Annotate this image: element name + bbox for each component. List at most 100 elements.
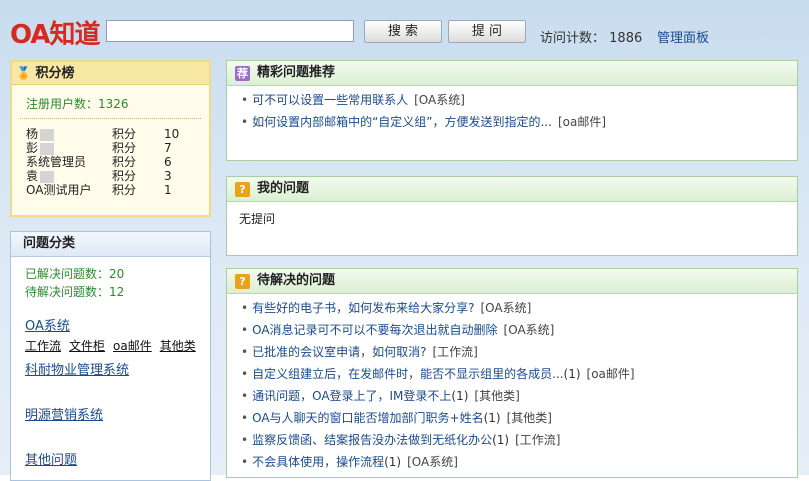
score-board-panel: 🏅 积分榜 注册用户数：1326 杨 积分 10 彭 积分 7 系统管理员 积分…	[10, 60, 211, 217]
score-board-header: 🏅 积分榜	[12, 62, 209, 85]
subcategory-list: 工作流 文件柜 oa邮件 其他类	[25, 338, 200, 355]
question-mark-icon: ?	[235, 182, 250, 197]
subcategory-link[interactable]: oa邮件	[113, 339, 152, 353]
my-questions-title: 我的问题	[257, 181, 310, 196]
search-button[interactable]: 搜 索	[364, 20, 442, 43]
list-item: • 可不可以设置一些常用联系人 [OA系统]	[241, 90, 797, 112]
my-questions-header: ? 我的问题	[227, 177, 797, 202]
answer-count: (1)	[483, 411, 501, 425]
category-link-marketing[interactable]: 明源营销系统	[25, 408, 103, 423]
score-label: 积分	[112, 141, 137, 155]
pending-count: 待解决问题数：12	[25, 285, 125, 299]
subcategory-link[interactable]: 其他类	[160, 339, 196, 353]
list-item: • 已批准的会议室申请，如何取消? [工作流]	[241, 342, 797, 364]
user-name: 袁	[26, 169, 39, 183]
answer-count: (1)	[384, 455, 402, 469]
bullet-icon: •	[241, 115, 249, 129]
bullet-icon: •	[241, 93, 249, 107]
blurred-name	[40, 128, 55, 141]
featured-title: 精彩问题推荐	[257, 65, 336, 80]
question-category[interactable]: [OA系统]	[414, 93, 465, 107]
question-link[interactable]: 如何设置内部邮箱中的“自定义组”，方便发送到指定的...	[252, 115, 552, 129]
visit-label: 访问计数：	[540, 31, 606, 46]
list-item: • 有些好的电子书，如何发布来给大家分享? [OA系统]	[241, 298, 797, 320]
my-questions-panel: ? 我的问题 无提问	[226, 176, 798, 256]
question-link[interactable]: 自定义组建立后，在发邮件时，能否不显示组里的各成员...	[252, 367, 563, 381]
list-item: • 如何设置内部邮箱中的“自定义组”，方便发送到指定的... [oa邮件]	[241, 112, 797, 134]
table-row: 彭 积分 7	[26, 141, 179, 155]
subcategory-link[interactable]: 文件柜	[69, 339, 105, 353]
answer-count: (1)	[563, 367, 581, 381]
question-category[interactable]: [oa邮件]	[558, 115, 606, 129]
score-value: 1	[164, 183, 172, 197]
no-questions-text: 无提问	[239, 212, 276, 226]
bullet-icon: •	[241, 345, 249, 359]
category-link-oa[interactable]: OA系统	[25, 319, 70, 334]
score-board-title: 积分榜	[35, 66, 75, 81]
question-mark-icon: ?	[235, 274, 250, 289]
bullet-icon: •	[241, 323, 249, 337]
list-item: • OA与人聊天的窗口能否增加部门职务+姓名(1) [其他类]	[241, 408, 797, 430]
score-label: 积分	[112, 183, 137, 197]
score-label: 积分	[112, 155, 137, 169]
subcategory-link[interactable]: 工作流	[25, 339, 61, 353]
solved-count: 已解决问题数：20	[25, 267, 125, 281]
list-item: • 监察反馈函、结案报告没办法做到无纸化办公(1) [工作流]	[241, 430, 797, 452]
user-name: 彭	[26, 141, 39, 155]
category-link-property[interactable]: 科耐物业管理系统	[25, 363, 129, 378]
blurred-name	[40, 170, 55, 183]
question-category[interactable]: [其他类]	[507, 411, 552, 425]
featured-panel: 荐 精彩问题推荐 • 可不可以设置一些常用联系人 [OA系统] • 如何设置内部邮箱中…	[226, 60, 798, 161]
category-panel: 问题分类 已解决问题数：20 待解决问题数：12 OA系统 工作流 文件柜 oa邮件…	[10, 231, 211, 481]
featured-header: 荐 精彩问题推荐	[227, 61, 797, 86]
category-link-other[interactable]: 其他问题	[25, 453, 77, 468]
answer-count: (1)	[451, 389, 469, 403]
table-row: OA测试用户 积分 1	[26, 183, 179, 197]
score-label: 积分	[112, 169, 137, 183]
user-name: 杨	[26, 127, 39, 141]
question-category[interactable]: [oa邮件]	[587, 367, 635, 381]
recommend-icon: 荐	[235, 66, 250, 81]
question-link[interactable]: 有些好的电子书，如何发布来给大家分享?	[252, 301, 474, 315]
answer-count: (1)	[492, 433, 510, 447]
bullet-icon: •	[241, 367, 249, 381]
question-category[interactable]: [OA系统]	[480, 301, 531, 315]
bullet-icon: •	[241, 389, 249, 403]
question-link[interactable]: OA与人聊天的窗口能否增加部门职务+姓名	[252, 411, 484, 425]
divider	[20, 118, 201, 119]
list-item: • OA消息记录可不可以不要每次退出就自动删除 [OA系统]	[241, 320, 797, 342]
score-value: 10	[164, 127, 180, 141]
question-link[interactable]: 不会具体使用，操作流程	[252, 455, 384, 469]
pending-header: ? 待解决的问题	[227, 269, 797, 294]
site-logo[interactable]: OA知道	[10, 14, 101, 51]
list-item: • 不会具体使用，操作流程(1) [OA系统]	[241, 452, 797, 474]
question-link[interactable]: 已批准的会议室申请，如何取消?	[252, 345, 426, 359]
question-category[interactable]: [工作流]	[515, 433, 560, 447]
visit-count: 1886	[609, 31, 643, 46]
question-link[interactable]: 可不可以设置一些常用联系人	[252, 93, 408, 107]
ask-button[interactable]: 提 问	[448, 20, 526, 43]
user-name: OA测试用户	[26, 183, 92, 197]
pending-panel: ? 待解决的问题 • 有些好的电子书，如何发布来给大家分享? [OA系统] • OA消…	[226, 268, 798, 478]
question-link[interactable]: 监察反馈函、结案报告没办法做到无纸化办公	[252, 433, 492, 447]
table-row: 袁 积分 3	[26, 169, 179, 183]
bullet-icon: •	[241, 433, 249, 447]
list-item: • 通讯问题，OA登录上了，IM登录不上(1) [其他类]	[241, 386, 797, 408]
bullet-icon: •	[241, 455, 249, 469]
question-category[interactable]: [工作流]	[432, 345, 477, 359]
registered-count: 注册用户数：1326	[26, 97, 129, 111]
bullet-icon: •	[241, 411, 249, 425]
search-input[interactable]	[106, 20, 354, 42]
pending-title: 待解决的问题	[257, 273, 336, 288]
list-item: • 自定义组建立后，在发邮件时，能否不显示组里的各成员...(1) [oa邮件]	[241, 364, 797, 386]
question-category[interactable]: [OA系统]	[407, 455, 458, 469]
table-row: 系统管理员 积分 6	[26, 155, 179, 169]
question-link[interactable]: OA消息记录可不可以不要每次退出就自动删除	[252, 323, 497, 337]
question-category[interactable]: [其他类]	[474, 389, 519, 403]
question-category[interactable]: [OA系统]	[504, 323, 555, 337]
medal-icon: 🏅	[16, 66, 31, 80]
table-row: 杨 积分 10	[26, 127, 179, 141]
admin-panel-link[interactable]: 管理面板	[657, 27, 709, 46]
blurred-name	[40, 142, 55, 155]
question-link[interactable]: 通讯问题，OA登录上了，IM登录不上	[252, 389, 451, 403]
